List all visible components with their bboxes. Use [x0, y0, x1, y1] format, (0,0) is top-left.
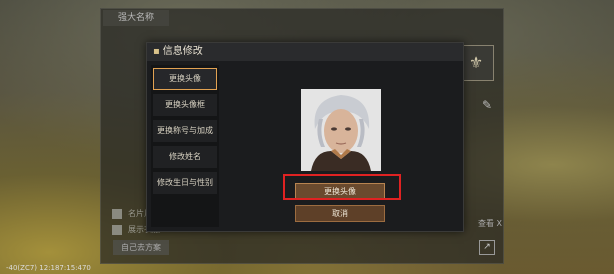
menu-change-avatar[interactable]: 更换头像	[153, 68, 217, 90]
cancel-button[interactable]: 取消	[295, 205, 385, 222]
character-portrait-icon	[301, 89, 381, 171]
person-icon	[112, 208, 122, 219]
info-edit-dialog: ▪ 信息修改 更换头像 更换头像框 更换称号与加成 修改姓名 修改生日与性别 更…	[146, 42, 464, 232]
menu-change-title[interactable]: 更换称号与加成	[153, 120, 217, 142]
background-side-button[interactable]: 自己去方案	[113, 240, 169, 255]
avatar-preview	[301, 89, 381, 171]
view-label[interactable]: 查看 X	[478, 218, 502, 229]
dialog-content: 更换头像 取消	[223, 65, 459, 227]
status-line: -40(ZC7) 12:187:15:470	[6, 264, 91, 272]
menu-change-name[interactable]: 修改姓名	[153, 146, 217, 168]
dialog-title: 信息修改	[162, 46, 203, 57]
background-tab[interactable]: 强大名称	[103, 10, 169, 26]
change-avatar-button[interactable]: 更换头像	[295, 183, 385, 200]
menu-change-birthday-gender[interactable]: 修改生日与性别	[153, 172, 217, 194]
edit-pencil-icon[interactable]: ✎	[482, 98, 492, 112]
share-icon[interactable]: ↗	[479, 240, 495, 255]
edit-menu-sidebar: 更换头像 更换头像框 更换称号与加成 修改姓名 修改生日与性别	[151, 65, 219, 227]
dialog-title-bar: ▪ 信息修改	[147, 43, 463, 61]
menu-change-avatar-frame[interactable]: 更换头像框	[153, 94, 217, 116]
shirt-icon	[112, 224, 122, 235]
title-bullet-icon: ▪	[153, 46, 160, 57]
